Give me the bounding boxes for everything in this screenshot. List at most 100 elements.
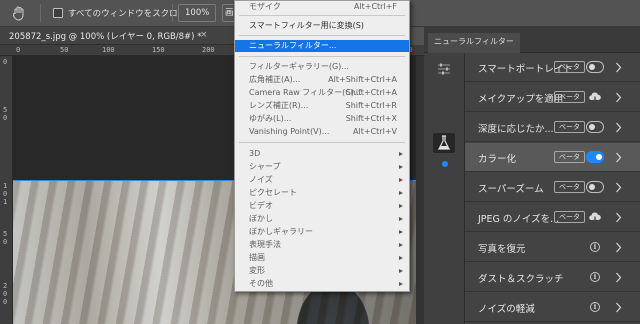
chevron-right-icon[interactable] bbox=[615, 152, 622, 163]
submenu-arrow-icon bbox=[399, 256, 403, 260]
menu-item-vanishing-point[interactable]: Vanishing Point(V)... Alt+Ctrl+V bbox=[235, 126, 409, 138]
menu-item-sharpen[interactable]: シャープ bbox=[235, 161, 409, 173]
info-icon[interactable]: i bbox=[590, 272, 600, 282]
menu-item-shortcut: Alt+Shift+Ctrl+A bbox=[328, 75, 397, 84]
menu-item-label: その他 bbox=[249, 279, 273, 288]
ruler-label: 0 bbox=[3, 298, 8, 306]
ruler-label: 1 bbox=[3, 182, 8, 190]
menu-item-label: ぼかしギャラリー bbox=[249, 227, 313, 236]
menu-item-lens-correction[interactable]: レンズ補正(R)... Shift+Ctrl+R bbox=[235, 100, 409, 112]
canvas-scrollbar[interactable] bbox=[416, 56, 424, 324]
beta-badge: ベータ bbox=[554, 91, 585, 103]
submenu-arrow-icon bbox=[399, 230, 403, 234]
menu-item-mosaic[interactable]: モザイク Alt+Ctrl+F bbox=[235, 1, 409, 13]
filter-row-super-zoom[interactable]: スーパーズーム ベータ bbox=[465, 173, 640, 202]
menu-item-3d[interactable]: 3D bbox=[235, 148, 409, 160]
menu-item-label: ゆがみ(L)... bbox=[249, 114, 292, 123]
filter-row-colorize[interactable]: カラー化 ベータ bbox=[465, 143, 640, 172]
menu-item-neural-filters[interactable]: ニューラルフィルター... bbox=[235, 40, 409, 52]
menu-item-pixelate[interactable]: ピクセレート bbox=[235, 187, 409, 199]
filter-row-dust-scratches[interactable]: ダスト＆スクラッチ i bbox=[465, 263, 640, 292]
menu-item-adaptive-wide-angle[interactable]: 広角補正(A)... Alt+Shift+Ctrl+A bbox=[235, 74, 409, 86]
menu-item-label: ビデオ bbox=[249, 201, 273, 210]
submenu-arrow-icon bbox=[399, 178, 403, 182]
menu-item-distort[interactable]: 変形 bbox=[235, 265, 409, 277]
filter-row-depth-blur[interactable]: 深度に応じたか... ベータ bbox=[465, 113, 640, 142]
menu-item-render[interactable]: 描画 bbox=[235, 252, 409, 264]
neural-filters-tool-button[interactable] bbox=[433, 133, 455, 153]
menu-item-label: ピクセレート bbox=[249, 188, 297, 197]
filter-name: ノイズの軽減 bbox=[478, 304, 535, 315]
filter-name: JPEG のノイズを... bbox=[478, 214, 560, 225]
menu-item-label: スマートフィルター用に変換(S) bbox=[249, 21, 364, 30]
menu-item-stylize[interactable]: 表現手法 bbox=[235, 239, 409, 251]
filter-toggle[interactable] bbox=[586, 121, 604, 133]
cloud-download-icon[interactable] bbox=[589, 92, 601, 103]
beta-badge: ベータ bbox=[554, 211, 585, 223]
chevron-right-icon[interactable] bbox=[615, 302, 622, 313]
menu-item-shortcut: Alt+Ctrl+F bbox=[353, 2, 397, 11]
menu-item-label: 広角補正(A)... bbox=[249, 75, 301, 84]
filter-toggle[interactable] bbox=[586, 61, 604, 73]
filter-name: 深度に応じたか... bbox=[478, 124, 554, 135]
filter-name: 写真を復元 bbox=[478, 244, 526, 255]
menu-item-blur-gallery[interactable]: ぼかしギャラリー bbox=[235, 226, 409, 238]
scroll-all-windows-checkbox[interactable] bbox=[53, 8, 63, 18]
neural-filter-list: スマートポートレイト ベータ メイクアップを適用 ベータ 深度に応じたか... … bbox=[465, 53, 640, 324]
menu-item-label: モザイク bbox=[249, 2, 281, 11]
beta-badge: ベータ bbox=[554, 151, 585, 163]
filter-row-smart-portrait[interactable]: スマートポートレイト ベータ bbox=[465, 53, 640, 82]
toolbar-divider bbox=[172, 4, 173, 22]
menu-item-filter-gallery[interactable]: フィルターギャラリー(G)... bbox=[235, 61, 409, 73]
document-tab[interactable]: 205872_s.jpg @ 100% (レイヤー 0, RGB/8#) * × bbox=[0, 27, 234, 45]
menu-item-shortcut: Shift+Ctrl+A bbox=[345, 88, 397, 97]
filter-toggle[interactable] bbox=[586, 151, 604, 163]
menu-item-camera-raw[interactable]: Camera Raw フィルター(C)... Shift+Ctrl+A bbox=[235, 87, 409, 99]
menu-item-label: 3D bbox=[249, 149, 261, 158]
info-icon[interactable]: i bbox=[590, 302, 600, 312]
ruler-label: 0 bbox=[3, 238, 8, 246]
zoom-100-button[interactable]: 100% bbox=[178, 4, 216, 22]
chevron-right-icon[interactable] bbox=[615, 272, 622, 283]
chevron-right-icon[interactable] bbox=[615, 212, 622, 223]
submenu-arrow-icon bbox=[399, 191, 403, 195]
chevron-right-icon[interactable] bbox=[615, 122, 622, 133]
panel-tool-strip bbox=[424, 53, 465, 324]
beta-badge: ベータ bbox=[554, 121, 585, 133]
filter-row-noise-reduction[interactable]: ノイズの軽減 i bbox=[465, 293, 640, 322]
menu-item-blur[interactable]: ぼかし bbox=[235, 213, 409, 225]
close-icon[interactable]: × bbox=[200, 30, 208, 40]
hand-tool-icon[interactable] bbox=[11, 5, 27, 21]
ruler-label: 5 bbox=[3, 106, 8, 114]
tab-neural-filters[interactable]: ニューラルフィルター bbox=[428, 33, 520, 53]
submenu-arrow-icon bbox=[399, 243, 403, 247]
menu-item-other[interactable]: その他 bbox=[235, 278, 409, 290]
menu-item-label: 表現手法 bbox=[249, 240, 281, 249]
chevron-right-icon[interactable] bbox=[615, 92, 622, 103]
filter-row-makeup-transfer[interactable]: メイクアップを適用 ベータ bbox=[465, 83, 640, 112]
submenu-arrow-icon bbox=[399, 152, 403, 156]
toggle-knob bbox=[589, 184, 595, 190]
chevron-right-icon[interactable] bbox=[615, 62, 622, 73]
menu-item-noise[interactable]: ノイズ bbox=[235, 174, 409, 186]
ruler-label: 1 bbox=[3, 198, 8, 206]
menu-item-video[interactable]: ビデオ bbox=[235, 200, 409, 212]
menu-item-convert-smart-filter[interactable]: スマートフィルター用に変換(S) bbox=[235, 20, 409, 32]
sliders-icon[interactable] bbox=[436, 62, 452, 76]
menu-item-liquify[interactable]: ゆがみ(L)... Shift+Ctrl+X bbox=[235, 113, 409, 125]
info-icon[interactable]: i bbox=[590, 242, 600, 252]
toggle-knob bbox=[589, 124, 595, 130]
panel-tab-bar: ニューラルフィルター bbox=[424, 27, 640, 53]
toggle-knob bbox=[596, 154, 602, 160]
chevron-right-icon[interactable] bbox=[615, 182, 622, 193]
filter-row-photo-restoration[interactable]: 写真を復元 i bbox=[465, 233, 640, 262]
menu-item-label: フィルターギャラリー(G)... bbox=[249, 62, 349, 71]
menu-item-shortcut: Alt+Ctrl+V bbox=[353, 127, 397, 136]
filter-row-jpeg-artifacts[interactable]: JPEG のノイズを... ベータ bbox=[465, 203, 640, 232]
menu-item-label: ぼかし bbox=[249, 214, 273, 223]
chevron-right-icon[interactable] bbox=[615, 242, 622, 253]
cloud-download-icon[interactable] bbox=[589, 212, 601, 223]
ruler-label: 0 bbox=[3, 190, 8, 198]
submenu-arrow-icon bbox=[399, 217, 403, 221]
filter-toggle[interactable] bbox=[586, 181, 604, 193]
